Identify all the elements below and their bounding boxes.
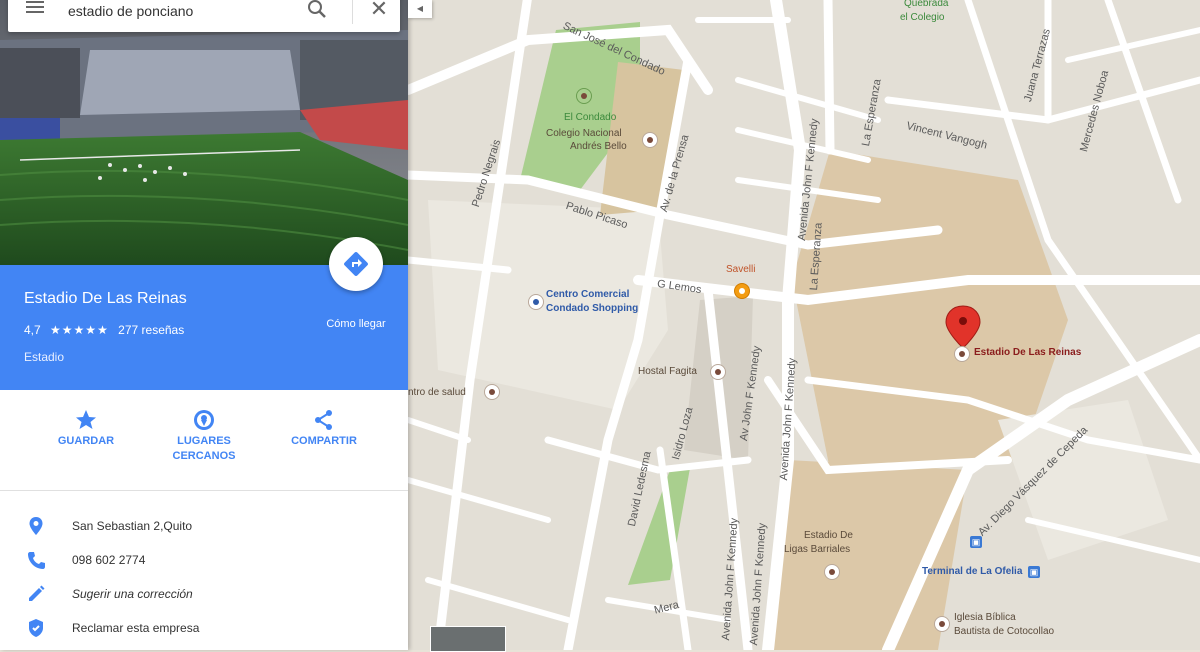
rating-stars-icon: ★★★★★ [50,323,109,337]
poi-label[interactable]: Bautista de Cotocollao [954,626,1054,638]
poi-label[interactable]: ntro de salud [408,387,466,399]
phone-text: 098 602 2774 [72,553,146,567]
bus-icon[interactable]: ▣ [970,536,982,548]
directions-label[interactable]: Cómo llegar [314,318,398,330]
search-button[interactable] [304,0,330,22]
hotel-icon[interactable] [710,364,726,380]
map-label: el Colegio [900,12,945,23]
phone-row[interactable]: 098 602 2774 [0,544,408,578]
pencil-icon [29,585,45,601]
poi-label[interactable]: Centro Comercial [546,289,629,301]
poi-label[interactable]: Savelli [726,264,755,276]
menu-button[interactable] [26,0,46,18]
location-pin-icon [29,517,43,535]
search-divider [352,0,353,24]
place-type[interactable]: Estadio [24,350,64,364]
rating-value: 4,7 [24,323,41,337]
address-text: San Sebastian 2,Quito [72,519,193,533]
phone-icon [28,552,45,569]
suggest-edit-text: Sugerir una corrección [72,587,193,601]
poi-label[interactable]: Estadio De Las Reinas [974,347,1081,359]
map-canvas[interactable]: San José del Condado Pedro Negrais Pablo… [408,0,1200,650]
poi-label[interactable]: Iglesia Bíblica [954,612,1016,624]
poi-label[interactable]: Terminal de La Ofelia [922,566,1022,578]
search-icon [308,0,326,18]
satellite-toggle[interactable] [430,626,506,652]
shield-icon [29,619,43,637]
poi-label[interactable]: Condado Shopping [546,303,638,315]
poi-label[interactable]: Hostal Fagita [638,366,697,378]
place-photo[interactable] [0,0,408,265]
info-list: San Sebastian 2,Quito 098 602 2774 Suger… [0,510,408,646]
rating-line: 4,7 ★★★★★ 277 reseñas [24,323,184,337]
save-button[interactable]: GUARDAR [36,404,136,449]
health-icon[interactable] [484,384,500,400]
suggest-edit-row[interactable]: Sugerir una corrección [0,578,408,612]
search-input[interactable] [66,0,290,22]
stadium-icon[interactable] [954,346,970,362]
action-bar: GUARDAR LUGARES CERCANOS COMPARTIR [0,390,408,491]
school-icon[interactable] [642,132,658,148]
close-icon: ✕ [369,0,389,21]
directions-icon [344,252,368,276]
poi-label[interactable]: Ligas Barriales [784,544,850,556]
park-icon[interactable] [576,88,592,104]
star-icon [76,410,96,429]
stadium-icon[interactable] [824,564,840,580]
place-panel: Estadio De Las Reinas 4,7 ★★★★★ 277 rese… [0,0,408,650]
nearby-icon [194,410,214,430]
bus-icon[interactable]: ▣ [1028,566,1040,578]
shopping-icon[interactable] [528,294,544,310]
address-row[interactable]: San Sebastian 2,Quito [0,510,408,544]
claim-business-row[interactable]: Reclamar esta empresa [0,612,408,646]
nearby-button[interactable]: LUGARES CERCANOS [154,404,254,464]
restaurant-icon[interactable] [734,283,750,299]
close-button[interactable]: ✕ [366,0,392,22]
menu-icon [26,1,44,3]
reviews-link[interactable]: 277 reseñas [118,323,184,337]
poi-label[interactable]: Estadio De [804,530,853,542]
directions-button[interactable] [329,237,383,291]
collapse-panel-button[interactable]: ◀ [408,0,432,18]
place-title: Estadio De Las Reinas [24,290,187,307]
share-label: COMPARTIR [291,435,357,447]
claim-business-text: Reclamar esta empresa [72,621,200,635]
poi-label[interactable]: Andrés Bello [570,141,627,153]
search-bar: ✕ [8,0,400,32]
poi-label[interactable]: Colegio Nacional [546,128,622,140]
nearby-label: LUGARES [177,435,231,447]
stadium-photo [0,0,408,265]
nearby-label-2: CERCANOS [172,450,236,462]
poi-label[interactable]: El Condado [564,112,616,124]
share-button[interactable]: COMPARTIR [274,404,374,449]
map-label: Quebrada [904,0,949,9]
save-label: GUARDAR [57,435,115,447]
share-icon [315,410,332,430]
church-icon[interactable] [934,616,950,632]
